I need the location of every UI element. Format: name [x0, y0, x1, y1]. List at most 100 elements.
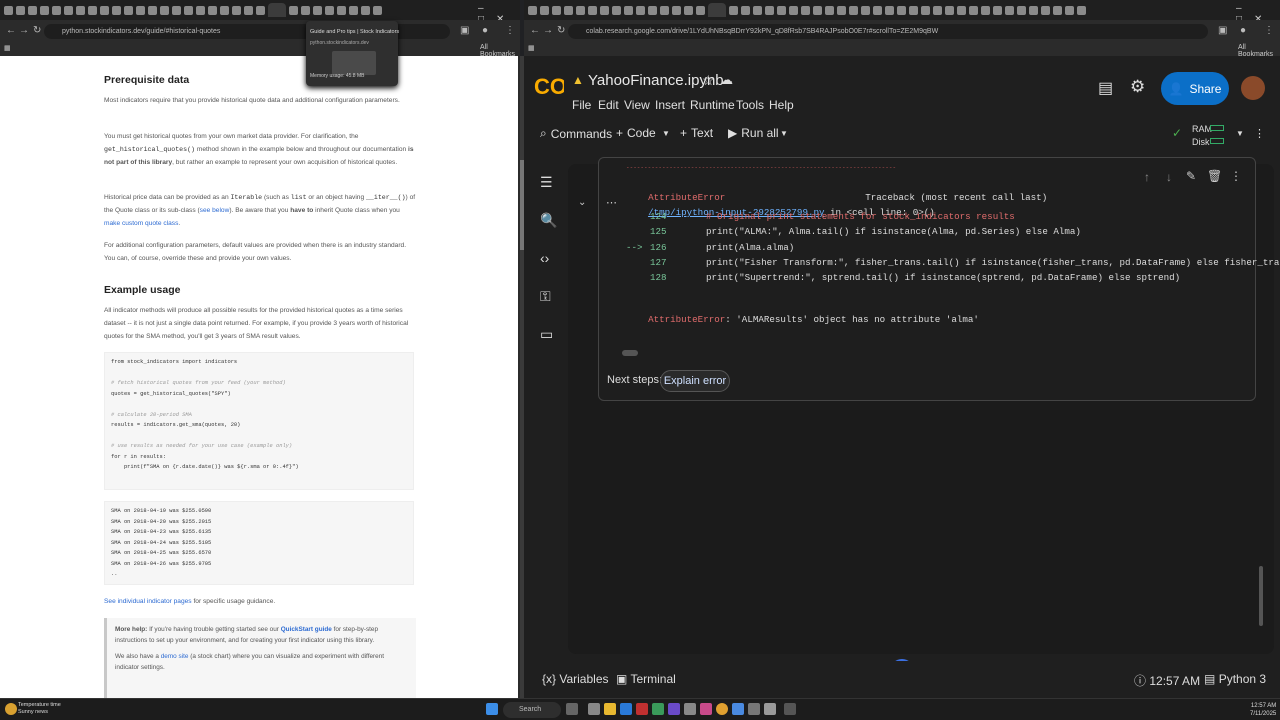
tab[interactable]: [1029, 5, 1038, 15]
tab[interactable]: [373, 5, 382, 15]
tab[interactable]: [933, 5, 942, 15]
tab[interactable]: [813, 5, 822, 15]
tab[interactable]: [789, 5, 798, 15]
resource-monitor[interactable]: RAM Disk: [1192, 123, 1212, 149]
tab[interactable]: [765, 5, 774, 15]
menu-tools[interactable]: Tools: [736, 98, 764, 112]
right-tab-strip[interactable]: [524, 0, 1280, 20]
tab[interactable]: [552, 5, 561, 15]
taskbar-app-icon[interactable]: [784, 703, 796, 715]
tab[interactable]: [232, 5, 241, 15]
variables-button[interactable]: {x} Variables: [542, 672, 609, 686]
extensions-icon[interactable]: ▣: [1218, 25, 1227, 36]
tab[interactable]: [897, 5, 906, 15]
tab[interactable]: [696, 5, 705, 15]
tab[interactable]: [337, 5, 346, 15]
move-up-icon[interactable]: ↑: [1144, 170, 1150, 184]
menu-runtime[interactable]: Runtime: [690, 98, 735, 112]
tab[interactable]: [208, 5, 217, 15]
tab[interactable]: [528, 5, 537, 15]
tab[interactable]: [325, 5, 334, 15]
settings-gear-icon[interactable]: ⚙: [1130, 77, 1145, 97]
tab[interactable]: [636, 5, 645, 15]
tab[interactable]: [184, 5, 193, 15]
tab[interactable]: [672, 5, 681, 15]
tab[interactable]: [861, 5, 870, 15]
chrome-icon[interactable]: [716, 703, 728, 715]
tab[interactable]: [16, 5, 25, 15]
output-horizontal-scrollbar[interactable]: [622, 350, 638, 356]
avatar[interactable]: [1241, 76, 1265, 100]
tab[interactable]: [981, 5, 990, 15]
tab[interactable]: [777, 5, 786, 15]
move-down-icon[interactable]: ↓: [1166, 170, 1172, 184]
explain-error-button[interactable]: Explain error: [660, 370, 730, 392]
files-folder-icon[interactable]: ▭: [540, 326, 553, 343]
secrets-key-icon[interactable]: ⚿: [540, 288, 551, 305]
collapse-icon[interactable]: ⋮: [1254, 127, 1265, 140]
taskbar-app-icon[interactable]: [566, 703, 578, 715]
collapse-output-chevron-icon[interactable]: ⌄: [578, 197, 586, 208]
tab[interactable]: [801, 5, 810, 15]
run-all-button[interactable]: ▶ Run all: [728, 126, 779, 140]
menu-help[interactable]: Help: [769, 98, 794, 112]
tab[interactable]: [244, 5, 253, 15]
tab[interactable]: [172, 5, 181, 15]
menu-view[interactable]: View: [624, 98, 650, 112]
tab[interactable]: [921, 5, 930, 15]
left-tab-strip[interactable]: [0, 0, 520, 20]
tab[interactable]: [825, 5, 834, 15]
tab[interactable]: [88, 5, 97, 15]
cell-more-icon[interactable]: ⋮: [1230, 169, 1242, 183]
tab[interactable]: [289, 5, 298, 15]
tab[interactable]: [1005, 5, 1014, 15]
menu-file[interactable]: File: [572, 98, 591, 112]
tab[interactable]: [885, 5, 894, 15]
tab[interactable]: [576, 5, 585, 15]
tab-active[interactable]: [268, 3, 286, 17]
menu-kebab-icon[interactable]: ⋮: [505, 25, 515, 36]
windows-start-icon[interactable]: [486, 703, 498, 715]
tab[interactable]: [100, 5, 109, 15]
profile-icon[interactable]: ●: [482, 25, 488, 36]
reload-icon[interactable]: ↻: [33, 25, 41, 36]
menu-insert[interactable]: Insert: [655, 98, 685, 112]
tab[interactable]: [945, 5, 954, 15]
tab[interactable]: [1065, 5, 1074, 15]
taskbar-app-icon[interactable]: [588, 703, 600, 715]
tab[interactable]: [313, 5, 322, 15]
tab[interactable]: [600, 5, 609, 15]
taskbar-app-icon[interactable]: [652, 703, 664, 715]
table-of-contents-icon[interactable]: ☰: [540, 174, 553, 191]
tab[interactable]: [256, 5, 265, 15]
commands-button[interactable]: ⌕ Commands: [540, 126, 612, 141]
add-text-button[interactable]: + Text: [680, 126, 713, 140]
right-address-bar[interactable]: colab.research.google.com/drive/1LYdUhNB…: [568, 24, 1208, 39]
taskbar-app-icon[interactable]: [764, 703, 776, 715]
tab[interactable]: [301, 5, 310, 15]
weather-widget[interactable]: Temperature time Sunny news: [18, 702, 61, 716]
cloud-sync-icon[interactable]: ☁: [720, 72, 733, 88]
see-below-link[interactable]: see below: [200, 207, 230, 214]
tab[interactable]: [741, 5, 750, 15]
extensions-icon[interactable]: ▣: [460, 25, 469, 36]
add-code-button[interactable]: + Code: [616, 126, 656, 140]
taskbar-app-icon[interactable]: [684, 703, 696, 715]
back-arrow-icon[interactable]: ←: [6, 25, 16, 36]
tab[interactable]: [220, 5, 229, 15]
edit-pencil-icon[interactable]: ✎: [1186, 169, 1196, 183]
tab[interactable]: [1077, 5, 1086, 15]
taskbar-app-icon[interactable]: [732, 703, 744, 715]
kernel-indicator[interactable]: ▤ Python 3: [1204, 672, 1266, 686]
tab[interactable]: [28, 5, 37, 15]
tab[interactable]: [909, 5, 918, 15]
tab[interactable]: [849, 5, 858, 15]
weather-icon[interactable]: [5, 703, 17, 715]
tab[interactable]: [969, 5, 978, 15]
tab[interactable]: [588, 5, 597, 15]
execution-time[interactable]: ⓘ 12:57 AM: [1134, 672, 1200, 689]
delete-trash-icon[interactable]: 🗑: [1207, 169, 1222, 183]
tab[interactable]: [753, 5, 762, 15]
custom-quote-class-link[interactable]: make custom quote class: [104, 220, 178, 227]
tab[interactable]: [1017, 5, 1026, 15]
